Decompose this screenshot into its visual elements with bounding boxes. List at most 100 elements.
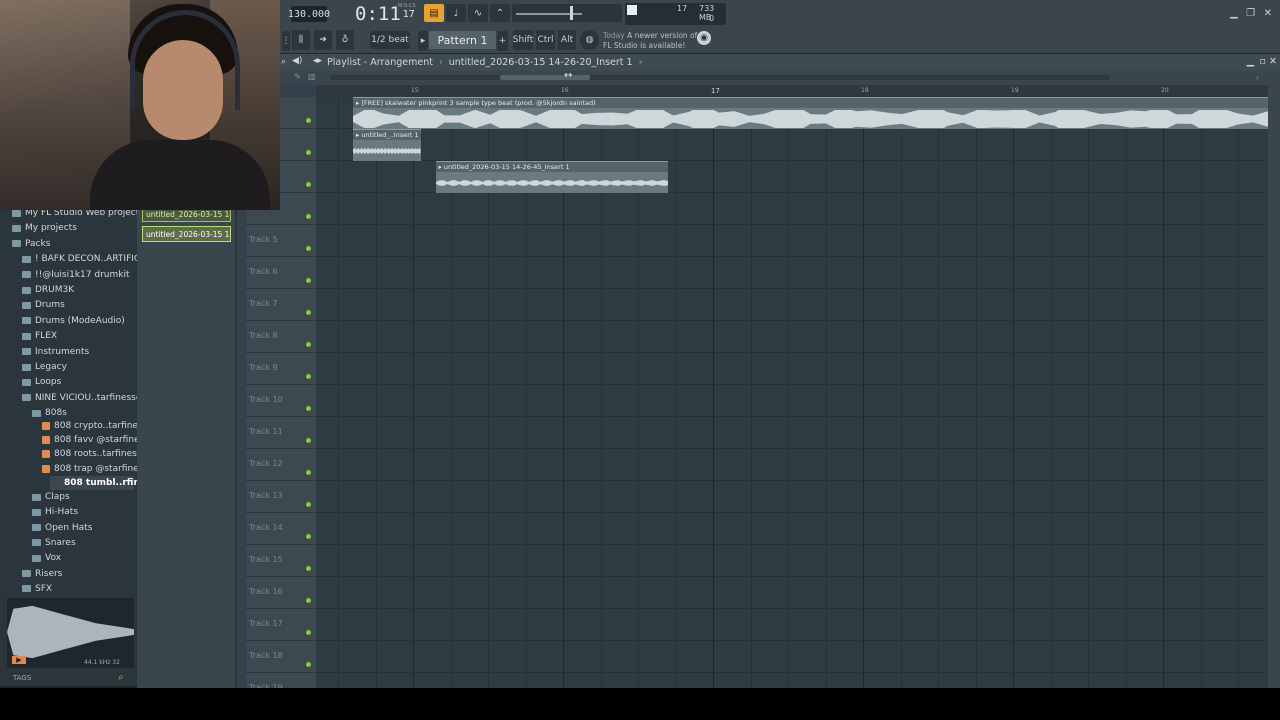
browser-item[interactable]: Risers [22, 567, 62, 581]
track-header[interactable]: Track 11 [246, 417, 316, 449]
browser-item[interactable]: Claps [32, 490, 70, 504]
clip-header[interactable]: ▸ untitled_..Insert 1 [353, 130, 421, 140]
track-active-led[interactable] [306, 278, 311, 283]
clip-header[interactable]: ▸ untitled_2026-03-15 14-26-45_Insert 1 [435, 162, 668, 172]
track-active-led[interactable] [306, 534, 311, 539]
browser-item[interactable]: Loops [22, 375, 61, 389]
update-hint[interactable]: Today A newer version of FL Studio is av… [603, 29, 703, 53]
browser-item[interactable]: ! BAFK DECON..ARTIFICIAL [22, 252, 154, 266]
track-header[interactable]: Track 18 [246, 641, 316, 673]
scroll-thumb[interactable] [500, 75, 590, 80]
scroll-right-icon[interactable]: › [1256, 73, 1259, 82]
track-active-led[interactable] [306, 566, 311, 571]
audio-clip[interactable]: ▸ [FREE] skaiwater pinkprint 3 sample ty… [353, 97, 1268, 129]
browser-item[interactable]: DRUM3K [22, 283, 74, 297]
track-header[interactable]: Track 15 [246, 545, 316, 577]
track-active-led[interactable] [306, 438, 311, 443]
horizontal-zoom-scrollbar[interactable] [330, 75, 1110, 80]
update-globe-icon[interactable]: ◉ [697, 31, 711, 45]
audio-clip[interactable]: ▸ untitled_2026-03-15 14-26-45_Insert 1 [435, 161, 668, 193]
browser-item[interactable]: 808 tumbl..rfinesse_ [50, 475, 167, 490]
play-preview-icon[interactable]: ▶ [12, 656, 26, 664]
track-active-led[interactable] [306, 246, 311, 251]
track-active-led[interactable] [306, 598, 311, 603]
browser-item[interactable]: Packs [12, 237, 50, 251]
browser-item[interactable]: Instruments [22, 345, 89, 359]
track-header[interactable]: Track 13 [246, 481, 316, 513]
tempo-display[interactable]: 130.000 [288, 6, 330, 22]
track-header[interactable]: Track 16 [246, 577, 316, 609]
tag-search-icon[interactable]: ⌕ [118, 672, 130, 684]
playlist-close-icon[interactable]: ✕ [1269, 56, 1277, 67]
track-active-led[interactable] [306, 470, 311, 475]
browser-item[interactable]: SFX [22, 582, 52, 596]
tags-label[interactable]: TAGS [13, 674, 31, 682]
browser-item[interactable]: Drums (ModeAudio) [22, 314, 125, 328]
browser-item[interactable]: Drums [22, 298, 65, 312]
vertical-scrollbar[interactable] [1268, 85, 1280, 688]
track-active-led[interactable] [306, 374, 311, 379]
close-icon[interactable]: ✕ [1264, 8, 1272, 19]
clip-header[interactable]: ▸ [FREE] skaiwater pinkprint 3 sample ty… [353, 98, 1268, 108]
track-active-led[interactable] [306, 214, 311, 219]
browser-item[interactable]: Vox [32, 551, 61, 565]
track-active-led[interactable] [306, 310, 311, 315]
browser-item[interactable]: Open Hats [32, 521, 92, 535]
minimize-icon[interactable]: ▁ [1230, 8, 1238, 19]
metronome-icon[interactable]: ⌃ [490, 4, 510, 22]
paint-icon[interactable]: ▥ [308, 72, 316, 81]
playlist-titlebar[interactable]: ⌕ ◀) ◂▸ Playlist - Arrangement › untitle… [280, 54, 1280, 71]
track-active-led[interactable] [306, 630, 311, 635]
track-header[interactable]: Track 14 [246, 513, 316, 545]
picker-item[interactable]: untitled_2026-03-15 14-... [142, 226, 231, 242]
browser-item[interactable]: Legacy [22, 360, 67, 374]
track-active-led[interactable] [306, 406, 311, 411]
microphone-icon[interactable]: ♁ [336, 30, 354, 50]
track-header[interactable]: Track 10 [246, 385, 316, 417]
track-active-led[interactable] [306, 150, 311, 155]
pattern-prev-icon[interactable]: ▸ [418, 31, 428, 51]
pattern-selector[interactable]: Pattern 1 [429, 31, 496, 49]
chevron-right-icon[interactable]: › [639, 57, 643, 68]
track-header[interactable]: Track 12 [246, 449, 316, 481]
track-active-led[interactable] [306, 342, 311, 347]
track-header[interactable]: Track 5 [246, 225, 316, 257]
browser-item[interactable]: 808 roots..tarfinesse_ [42, 447, 152, 461]
slider-knob[interactable] [570, 6, 573, 20]
magnifier-icon[interactable]: ⌕ [281, 57, 286, 67]
browser-item[interactable]: !!@luisi1k17 drumkit [22, 268, 130, 282]
mixer-icon[interactable]: ⫼ [292, 30, 310, 50]
browser-item[interactable]: My projects [12, 221, 77, 235]
play-arrow-icon[interactable]: ➜ [314, 30, 332, 50]
shift-key-button[interactable]: Shift [513, 30, 533, 50]
timeline-ruler[interactable]: 15 16 17 18 19 20 [316, 85, 1270, 97]
restore-icon[interactable]: ❐ [1246, 8, 1255, 19]
snap-selector[interactable]: 1/2 beat [370, 31, 410, 49]
ctrl-key-button[interactable]: Ctrl [536, 30, 555, 50]
track-header[interactable]: Track 9 [246, 353, 316, 385]
track-active-led[interactable] [306, 662, 311, 667]
browser-item[interactable]: Hi-Hats [32, 505, 78, 519]
arrows-icon[interactable]: ◂▸ [313, 56, 322, 66]
playlist-minimize-icon[interactable]: ▁ [1247, 56, 1254, 67]
browser-item[interactable]: Snares [32, 536, 76, 550]
add-pattern-icon[interactable]: + [497, 31, 508, 51]
track-header[interactable]: Track 6 [246, 257, 316, 289]
master-volume-slider[interactable] [512, 4, 622, 22]
audio-clip[interactable]: ▸ untitled_..Insert 1 [353, 129, 421, 161]
step-edit-icon[interactable]: ∿ [468, 4, 488, 22]
track-header[interactable]: Track 7 [246, 289, 316, 321]
menu-dots-icon[interactable]: ⋮ [282, 31, 291, 51]
news-icon[interactable]: ◍ [580, 30, 599, 50]
track-active-led[interactable] [306, 502, 311, 507]
alt-key-button[interactable]: Alt [558, 30, 576, 50]
track-active-led[interactable] [306, 118, 311, 123]
track-header[interactable]: Track 19 [246, 673, 316, 688]
playlist-grid[interactable]: ▸ [FREE] skaiwater pinkprint 3 sample ty… [316, 97, 1268, 688]
track-active-led[interactable] [306, 182, 311, 187]
playlist-maximize-icon[interactable]: ▫ [1260, 56, 1266, 67]
typing-keyboard-icon[interactable]: ♩ [446, 4, 466, 22]
pencil-icon[interactable]: ✎ [294, 72, 301, 81]
browser-item[interactable]: FLEX [22, 329, 57, 343]
speaker-icon[interactable]: ◀) [292, 56, 302, 66]
